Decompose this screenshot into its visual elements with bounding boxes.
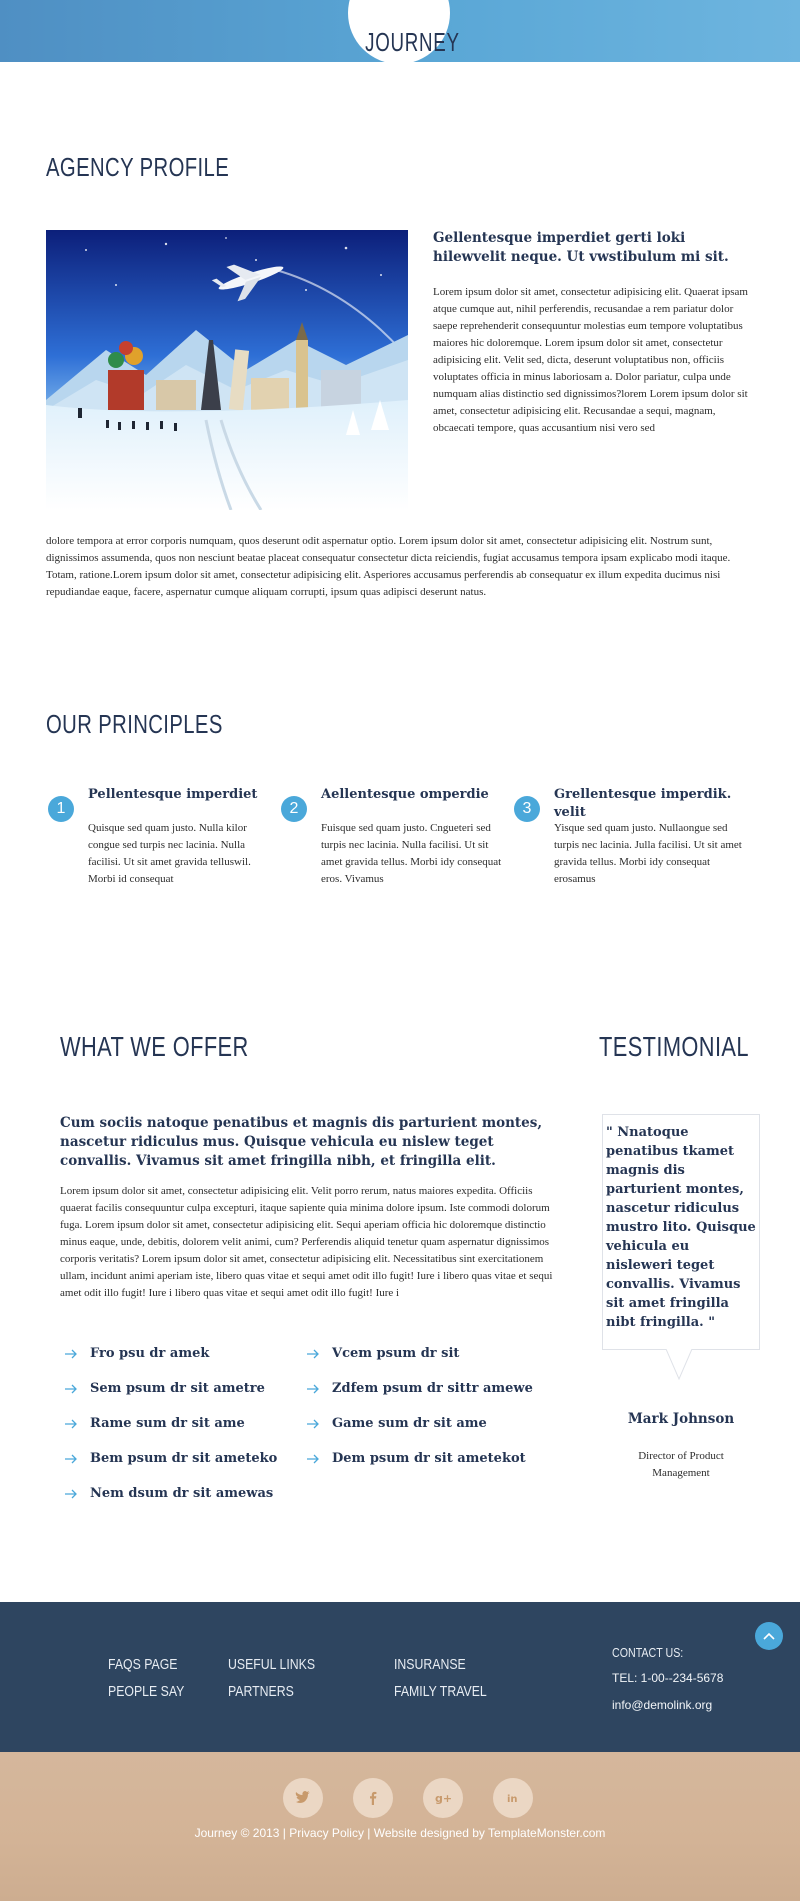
- logo-text[interactable]: JOURNEY: [365, 27, 459, 58]
- agency-full-paragraph: dolore tempora at error corporis numquam…: [46, 535, 731, 598]
- principle-text: Quisque sed quam justo. Nulla kilor cong…: [88, 822, 251, 885]
- footer-link-people-say[interactable]: PEOPLE SAY: [108, 1683, 184, 1700]
- offer-list-label: Dem psum dr sit ametekot: [332, 1451, 526, 1466]
- testimonial-quote: " Nnatoque penatibus tkamet magnis dis p…: [606, 1125, 756, 1330]
- principle-number-badge: 2: [281, 796, 307, 822]
- offer-list-label: Zdfem psum dr sittr amewe: [332, 1381, 533, 1396]
- facebook-icon: [370, 1791, 377, 1805]
- offer-list-label: Fro psu dr amek: [90, 1346, 210, 1361]
- chevron-up-icon: [763, 1632, 775, 1640]
- arrow-right-icon: [65, 1349, 77, 1359]
- offer-list-label: Rame sum dr sit ame: [90, 1416, 245, 1431]
- offer-list-label: Sem psum dr sit ametre: [90, 1381, 265, 1396]
- principle-title: Grellentesque imperdik. velit: [554, 787, 732, 820]
- agency-intro-heading: Gellentesque imperdiet gerti loki hilewv…: [433, 230, 729, 265]
- principle-title: Aellentesque omperdie: [321, 787, 489, 802]
- arrow-right-icon: [65, 1419, 77, 1429]
- testimonial-title: TESTIMONIAL: [599, 1031, 749, 1062]
- contact-phone: TEL: 1-00--234-5678: [612, 1671, 724, 1685]
- offer-list-label: Vcem psum dr sit: [332, 1346, 460, 1361]
- travel-collage-image: [46, 230, 408, 510]
- arrow-right-icon: [307, 1454, 319, 1464]
- arrow-right-icon: [307, 1419, 319, 1429]
- arrow-right-icon: [65, 1454, 77, 1464]
- principle-text: Yisque sed quam justo. Nullaongue sed tu…: [554, 822, 742, 885]
- footer-link-partners[interactable]: PARTNERS: [228, 1683, 294, 1700]
- svg-text:in: in: [507, 1794, 518, 1805]
- testimonial-author-role: Director of Product Management: [638, 1450, 724, 1479]
- agency-side-paragraph: Lorem ipsum dolor sit amet, consectetur …: [433, 286, 748, 434]
- google-plus-button[interactable]: g+: [423, 1778, 463, 1818]
- offer-list-label: Game sum dr sit ame: [332, 1416, 487, 1431]
- offer-paragraph: Lorem ipsum dolor sit amet, consectetur …: [60, 1185, 553, 1299]
- svg-text:g+: g+: [435, 1792, 452, 1805]
- contact-email[interactable]: info@demolink.org: [612, 1698, 712, 1712]
- principle-number-badge: 1: [48, 796, 74, 822]
- footer-link-family-travel[interactable]: FAMILY TRAVEL: [394, 1683, 487, 1700]
- twitter-button[interactable]: [283, 1778, 323, 1818]
- principle-title: Pellentesque imperdiet: [88, 787, 258, 802]
- arrow-right-icon: [65, 1384, 77, 1394]
- twitter-icon: [295, 1791, 310, 1803]
- linkedin-icon: in: [507, 1794, 518, 1805]
- offer-list-label: Nem dsum dr sit amewas: [90, 1486, 274, 1501]
- arrow-right-icon: [65, 1489, 77, 1499]
- offer-title: WHAT WE OFFER: [60, 1031, 249, 1062]
- contact-label: CONTACT US:: [612, 1645, 684, 1660]
- offer-list-label: Bem psum dr sit ameteko: [90, 1451, 278, 1466]
- footer-link-insuranse[interactable]: INSURANSE: [394, 1656, 466, 1673]
- linkedin-button[interactable]: in: [493, 1778, 533, 1818]
- arrow-right-icon: [307, 1384, 319, 1394]
- footer-link-useful-links[interactable]: USEFUL LINKS: [228, 1656, 315, 1673]
- speech-pointer: [666, 1349, 692, 1381]
- principle-number-badge: 3: [514, 796, 540, 822]
- scroll-to-top-button[interactable]: [755, 1622, 783, 1650]
- arrow-right-icon: [307, 1349, 319, 1359]
- principle-text: Fuisque sed quam justo. Cngueteri sed tu…: [321, 822, 502, 885]
- offer-heading: Cum sociis natoque penatibus et magnis d…: [60, 1115, 543, 1169]
- testimonial-author-name: Mark Johnson: [627, 1411, 735, 1427]
- agency-profile-title: AGENCY PROFILE: [46, 152, 230, 182]
- footer-link-faqs[interactable]: FAQS PAGE: [108, 1656, 177, 1673]
- google-plus-icon: g+: [435, 1792, 452, 1805]
- copyright-text: Journey © 2013 | Privacy Policy | Websit…: [194, 1826, 606, 1840]
- facebook-button[interactable]: [353, 1778, 393, 1818]
- principles-title: OUR PRINCIPLES: [46, 709, 223, 739]
